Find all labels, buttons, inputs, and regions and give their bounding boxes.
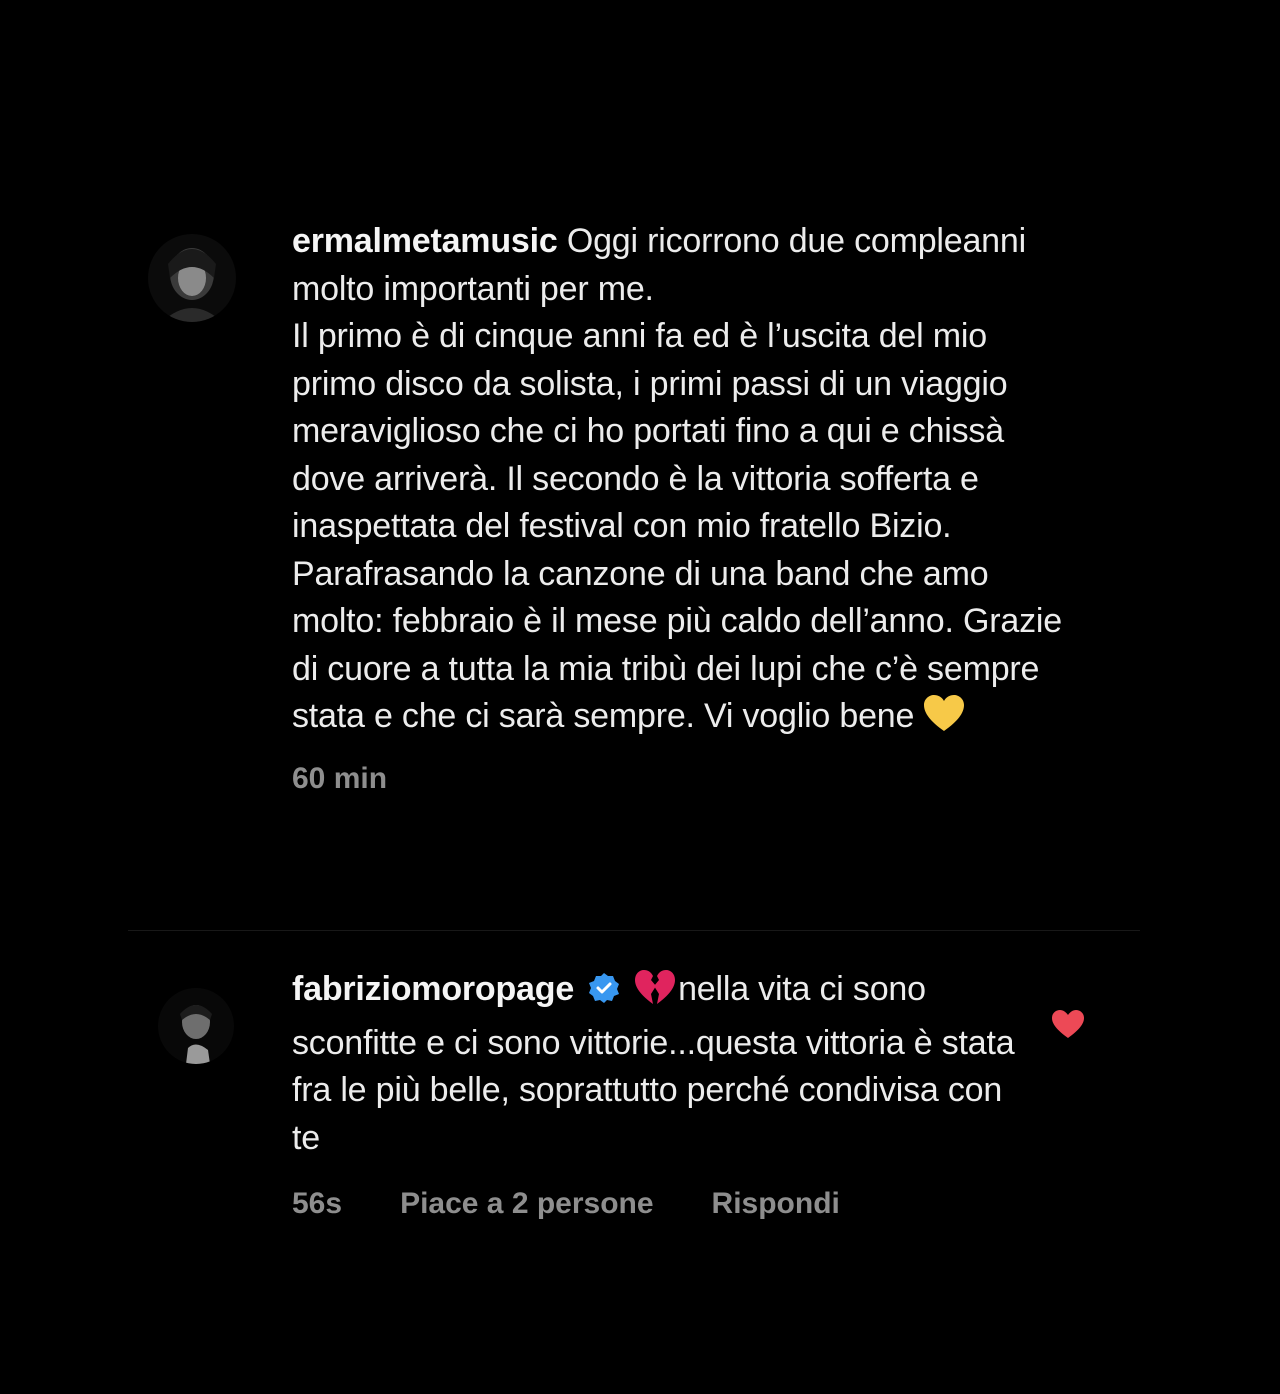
caption-text-line2: Il primo è di cinque anni fa ed è l’usci… [292,317,1062,735]
reply-username[interactable]: fabriziomoropage [292,970,574,1008]
caption-time: 60 min [292,761,388,795]
reply-meta: 56s Piace a 2 persone Rispondi [292,1184,1032,1224]
caption-meta: 60 min [292,759,1072,799]
caption-text: ermalmetamusic Oggi ricorrono due comple… [292,218,1072,747]
reply-body: fabriziomoropage nella vita ci sono sconf… [292,966,1032,1224]
comments-screen: ermalmetamusic Oggi ricorrono due comple… [0,0,1280,1394]
caption-body: ermalmetamusic Oggi ricorrono due comple… [292,218,1072,799]
caption-username[interactable]: ermalmetamusic [292,222,558,260]
broken-heart-icon [634,968,676,1020]
avatar-ermalmetamusic[interactable] [148,234,236,322]
reply-button[interactable]: Rispondi [712,1184,840,1224]
avatar-fabriziomoropage[interactable] [158,988,234,1064]
yellow-heart-icon [922,693,966,747]
likes-count-link[interactable]: Piace a 2 persone [400,1184,653,1224]
reply-text: fabriziomoropage nella vita ci sono sconf… [292,966,1032,1162]
like-heart-icon[interactable] [1050,1008,1086,1040]
divider [128,930,1140,931]
verified-badge-icon [588,970,620,1018]
reply-time: 56s [292,1187,343,1220]
